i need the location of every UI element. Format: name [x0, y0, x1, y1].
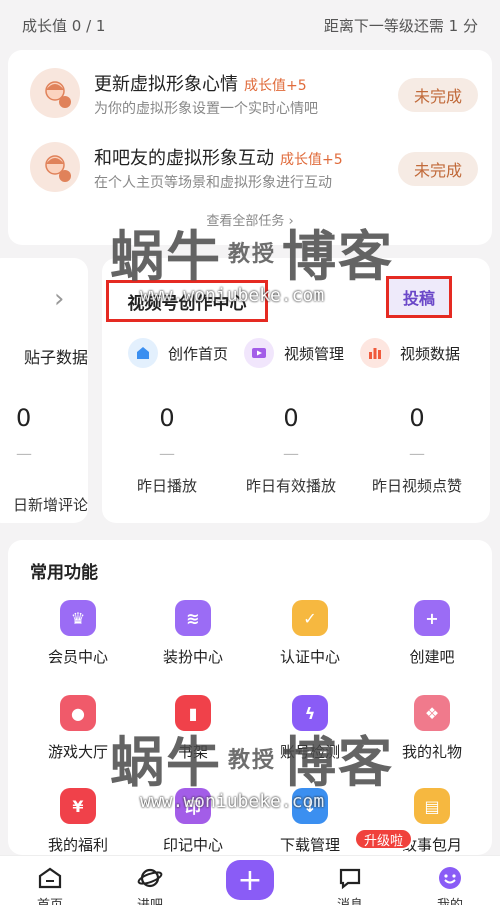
watermark: 蜗牛 教授 博客 www.woniubeke.com [110, 212, 394, 306]
nav-label: 消息 [315, 894, 385, 905]
function-label: 我的福利 [47, 836, 108, 854]
function-label: 创建吧 [409, 648, 455, 666]
function-label: 印记中心 [162, 836, 223, 854]
gift-icon: ❖ [414, 695, 450, 731]
stat-trend: — [409, 444, 425, 463]
stat-yesterday-plays: 0 — 昨日播放 [102, 404, 232, 496]
submit-button[interactable]: 投稿 [386, 276, 452, 318]
task-reward: 成长值+5 [280, 152, 343, 168]
upgrade-badge: 升级啦 [354, 828, 414, 850]
task-status-button[interactable]: 未完成 [398, 152, 478, 186]
smile-icon [436, 864, 464, 892]
coin-bag-icon: ¥ [60, 788, 96, 824]
section-title: 常用功能 [30, 563, 98, 583]
watermark-url: www.woniubeke.com [140, 791, 325, 812]
function-item[interactable]: ♛ 会员中心 [28, 600, 128, 667]
stat-label: 昨日视频点赞 [371, 477, 462, 495]
function-item[interactable]: ✓ 认证中心 [260, 600, 360, 667]
watermark-url: www.woniubeke.com [140, 285, 325, 306]
watermark-text: 教授 [228, 241, 277, 267]
planet-icon [136, 864, 164, 892]
nav-label: 我的 [415, 894, 485, 905]
bar-chart-icon [360, 338, 390, 368]
task-desc: 为你的虚拟形象设置一个实时心情吧 [94, 101, 318, 117]
task-reward: 成长值+5 [244, 78, 307, 94]
shortcut-label: 视频管理 [284, 344, 345, 363]
plus-icon: + [414, 600, 450, 636]
stat-label: 日新增评论 [12, 496, 88, 514]
home-icon [128, 338, 158, 368]
wardrobe-icon: ≋ [175, 600, 211, 636]
nav-mine[interactable]: 我的 [415, 864, 485, 905]
story-icon: ▤ [414, 788, 450, 824]
badge-check-icon: ✓ [292, 600, 328, 636]
growth-bar: 成长值 0 / 1 距离下一等级还需 1 分 [0, 0, 500, 50]
stat-value: 0 [16, 404, 32, 432]
post-data-title: 贴子数据 [23, 348, 88, 367]
nav-forums[interactable]: 进吧 [115, 864, 185, 905]
function-item[interactable]: ❖ 我的礼物 [382, 695, 482, 762]
watermark-text: 教授 [228, 747, 277, 773]
shortcut-video-manage[interactable]: 视频管理 [244, 336, 344, 370]
watermark-text: 蜗牛 [110, 731, 222, 794]
post-data-card: › 贴子数据 0 — 日新增评论 [0, 258, 88, 523]
task-title: 和吧友的虚拟形象互动 [94, 148, 274, 169]
stat-label: 昨日有效播放 [245, 477, 336, 495]
watermark: 蜗牛 教授 博客 www.woniubeke.com [110, 718, 394, 812]
function-item[interactable]: + 创建吧 [382, 600, 482, 667]
crown-icon: ♛ [60, 600, 96, 636]
function-item[interactable]: ≋ 装扮中心 [143, 600, 243, 667]
function-label: 会员中心 [47, 648, 108, 666]
task-title: 更新虚拟形象心情 [94, 74, 238, 95]
shortcut-creation-home[interactable]: 创作首页 [128, 336, 228, 370]
post-plus-button[interactable]: + [226, 860, 274, 900]
function-label: 装扮中心 [162, 648, 223, 666]
watermark-text: 蜗牛 [110, 225, 222, 288]
task-item[interactable]: 更新虚拟形象心情 成长值+5 为你的虚拟形象设置一个实时心情吧 未完成 [18, 64, 478, 124]
task-desc: 在个人主页等场景和虚拟形象进行互动 [94, 175, 332, 191]
stat-value: 0 [409, 404, 425, 432]
stat-yesterday-valid-plays: 0 — 昨日有效播放 [226, 404, 356, 496]
shortcut-label: 创作首页 [168, 344, 229, 363]
nav-home[interactable]: 首页 [15, 864, 85, 905]
nav-messages[interactable]: 消息 [315, 864, 385, 905]
shortcut-label: 视频数据 [400, 344, 461, 363]
gamepad-icon: ● [60, 695, 96, 731]
stat-value: 0 [159, 404, 175, 432]
chat-icon [336, 864, 364, 892]
stat-value: 0 [283, 404, 299, 432]
shortcut-video-data[interactable]: 视频数据 [360, 336, 460, 370]
growth-value: 成长值 0 / 1 [22, 16, 106, 35]
stat-trend: — [16, 444, 32, 463]
stat-trend: — [283, 444, 299, 463]
nav-label: 首页 [15, 894, 85, 905]
video-icon [244, 338, 274, 368]
watermark-text: 博客 [282, 731, 395, 794]
nav-label: 进吧 [115, 894, 185, 905]
avatar-interact-icon [30, 142, 80, 192]
chevron-right-icon[interactable]: › [54, 284, 64, 314]
stat-label: 昨日播放 [136, 477, 197, 495]
task-item[interactable]: 和吧友的虚拟形象互动 成长值+5 在个人主页等场景和虚拟形象进行互动 未完成 [18, 138, 478, 198]
function-label: 认证中心 [279, 648, 340, 666]
function-label: 下载管理 [279, 836, 340, 854]
avatar-mood-icon [30, 68, 80, 118]
stat-yesterday-likes: 0 — 昨日视频点赞 [352, 404, 482, 496]
next-level-text: 距离下一等级还需 1 分 [323, 16, 478, 35]
function-label: 我的礼物 [401, 743, 462, 761]
task-status-button[interactable]: 未完成 [398, 78, 478, 112]
bottom-nav: 首页 进吧 + 消息 我的 [0, 855, 500, 905]
stat-trend: — [159, 444, 175, 463]
watermark-text: 博客 [282, 225, 395, 288]
home-icon [36, 864, 64, 892]
